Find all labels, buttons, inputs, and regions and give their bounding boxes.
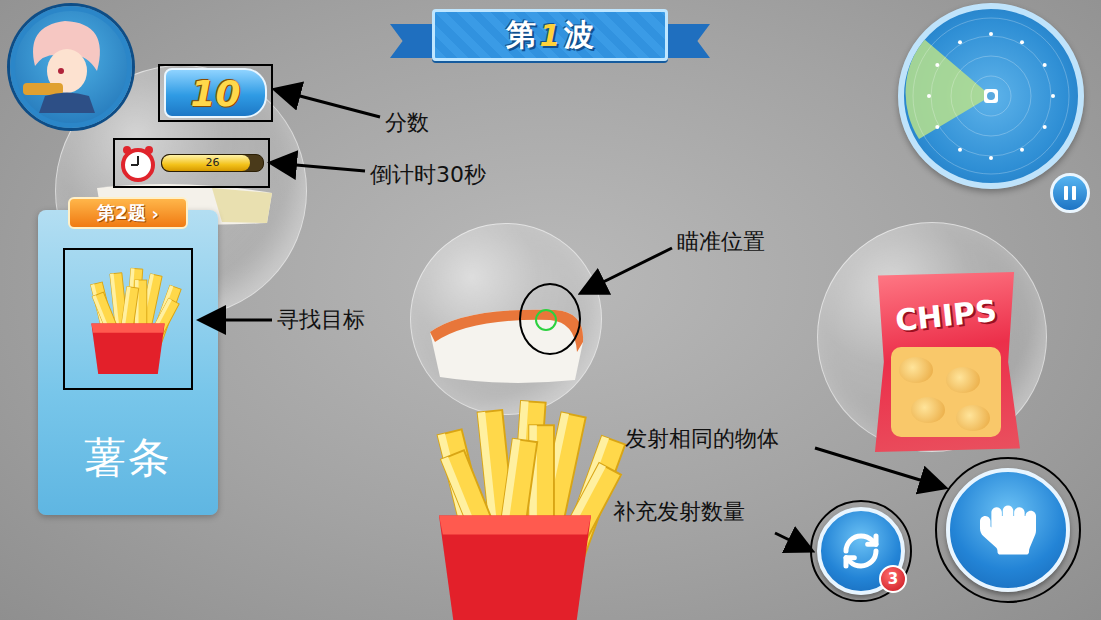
chip-icon [911, 397, 945, 423]
arrow [583, 248, 672, 292]
arrow [815, 448, 943, 487]
timer: 26 [113, 138, 270, 188]
score-value: 10 [164, 68, 267, 118]
question-badge: 第2题 › [68, 197, 188, 229]
fries-icon [73, 259, 183, 379]
clock-icon [119, 144, 157, 182]
radar [898, 3, 1084, 189]
reload-count: 3 [879, 565, 907, 593]
score-box: 10 [158, 64, 273, 122]
aim-marker [519, 283, 581, 355]
radar-icon [904, 9, 1078, 183]
reload-icon [841, 531, 881, 571]
annotation-label: 发射相同的物体 [625, 424, 779, 454]
arrow [277, 90, 380, 117]
question-card: 薯条 [38, 210, 218, 515]
chips-item: CHIPS [872, 272, 1020, 452]
wave-suffix: 波 [564, 15, 594, 56]
annotation-label: 补充发射数量 [613, 497, 745, 527]
game-screen: 10 26 薯条 第2题 › 第1波 CHIPS 3 分数倒计时30秒瞄准位置寻找目标发射相同的… [0, 0, 1101, 620]
bubble-item [425, 292, 590, 387]
banner-band: 第1波 [432, 9, 668, 61]
annotation-arrows [0, 0, 1101, 620]
timer-bar: 26 [161, 154, 264, 172]
arrow [202, 319, 272, 322]
arrow [273, 163, 365, 171]
annotation-label: 倒计时30秒 [370, 160, 486, 190]
rice-item-icon [425, 292, 590, 387]
fist-icon [980, 502, 1036, 558]
wave-banner: 第1波 [390, 6, 710, 64]
annotation-label: 瞄准位置 [677, 227, 765, 257]
pause-icon [1072, 186, 1076, 200]
timer-reading: 26 [162, 155, 263, 171]
reload-button[interactable]: 3 [817, 507, 905, 595]
chips-label: CHIPS [893, 293, 998, 338]
target-frame [63, 248, 193, 390]
chevron-icon: › [152, 203, 159, 224]
arrow [775, 533, 810, 550]
aim-reticle [535, 309, 557, 331]
chips-window [891, 347, 1001, 437]
fire-button[interactable] [946, 468, 1070, 592]
target-name: 薯条 [84, 430, 172, 486]
hero-icon [15, 11, 117, 113]
chip-icon [956, 405, 990, 431]
question-number: 第2题 [97, 201, 146, 225]
chip-icon [946, 367, 980, 393]
wave-number: 1 [540, 18, 561, 53]
pause-icon [1064, 186, 1068, 200]
pause-button[interactable] [1050, 173, 1090, 213]
annotation-label: 寻找目标 [277, 305, 365, 335]
wave-prefix: 第 [506, 15, 536, 56]
fire-marker [935, 457, 1081, 603]
annotation-label: 分数 [385, 108, 429, 138]
player-avatar [10, 6, 132, 128]
chip-icon [899, 357, 933, 383]
reload-marker: 3 [810, 500, 912, 602]
